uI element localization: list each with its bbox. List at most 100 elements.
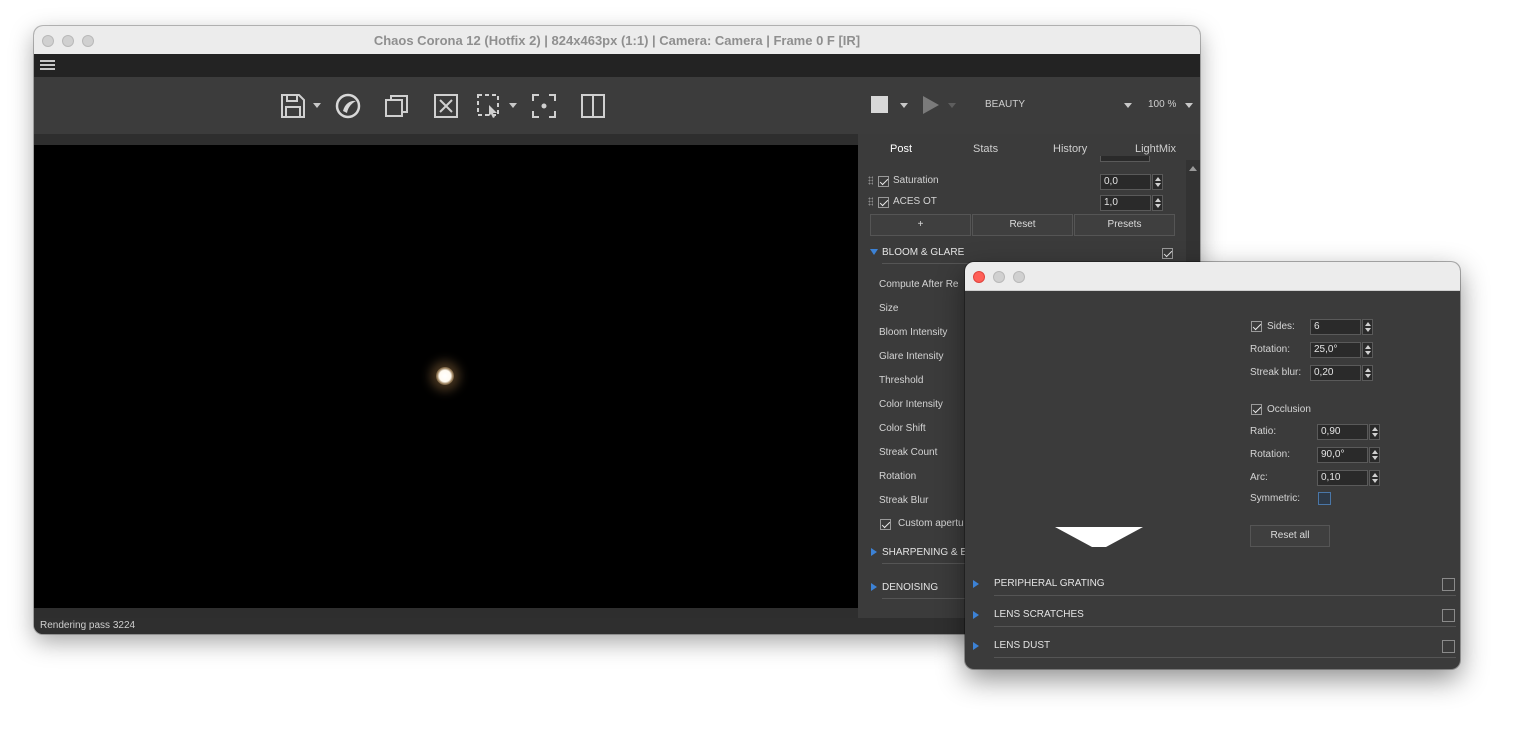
lens-dust-header[interactable]: LENS DUST (994, 640, 1050, 651)
operator-value-field[interactable] (1100, 156, 1150, 162)
zoom-select[interactable]: 100 % (1148, 99, 1176, 110)
aces-ot-label: ACES OT (893, 196, 937, 207)
render-element-select[interactable]: BEAUTY (985, 99, 1025, 110)
toolbar: BEAUTY 100 % (34, 77, 1200, 134)
saturation-label: Saturation (893, 175, 939, 186)
ratio-spinner[interactable] (1369, 424, 1380, 440)
viewport-border-bottom (34, 608, 858, 618)
streak-blur-label: Streak Blur (879, 495, 929, 506)
tab-post[interactable]: Post (890, 143, 912, 155)
stop-render-button[interactable] (871, 96, 888, 113)
saturation-value-field[interactable]: 0,0 (1100, 174, 1151, 190)
lens-scratches-checkbox[interactable] (1442, 609, 1455, 622)
threshold-label: Threshold (879, 375, 924, 386)
hamburger-menu-icon[interactable] (40, 58, 55, 72)
arc-field[interactable]: 0,10 (1317, 470, 1368, 486)
streak-blur-label: Streak blur: (1250, 367, 1302, 378)
add-operator-button[interactable]: + (870, 214, 971, 236)
collapse-triangle-icon[interactable] (973, 580, 979, 588)
presets-button[interactable]: Presets (1074, 214, 1175, 236)
tab-lightmix[interactable]: LightMix (1135, 143, 1176, 155)
occlusion-rotation-label: Rotation: (1250, 449, 1291, 460)
occlusion-rotation-spinner[interactable] (1369, 447, 1380, 463)
custom-aperture-window: Sides: 6 Rotation: 25,0° Streak blur: 0,… (965, 262, 1460, 669)
region-select-icon[interactable] (476, 93, 502, 119)
aces-ot-value-field[interactable]: 1,0 (1100, 195, 1151, 211)
stop-dropdown-chevron-icon[interactable] (900, 103, 908, 108)
viewport-border-top (34, 134, 858, 145)
copy-to-clipboard-icon[interactable] (384, 93, 410, 119)
bloom-glare-header[interactable]: BLOOM & GLARE (882, 247, 964, 258)
aces-ot-checkbox[interactable] (878, 197, 889, 208)
occlusion-rotation-field[interactable]: 90,0° (1317, 447, 1368, 463)
sides-spinner[interactable] (1362, 319, 1373, 335)
saturation-spinner[interactable] (1152, 174, 1163, 190)
denoising-header[interactable]: DENOISING (882, 582, 938, 593)
streak-blur-spinner[interactable] (1362, 365, 1373, 381)
tab-stats[interactable]: Stats (973, 143, 998, 155)
bloom-intensity-label: Bloom Intensity (879, 327, 948, 338)
lens-scratches-header[interactable]: LENS SCRATCHES (994, 609, 1084, 620)
rotation-field[interactable]: 25,0° (1310, 342, 1361, 358)
clear-vfb-icon[interactable] (433, 93, 459, 119)
custom-aperture-label: Custom apertu (898, 518, 964, 529)
sides-label: Sides: (1267, 321, 1295, 332)
drag-handle-icon[interactable] (868, 176, 873, 185)
minimize-button[interactable] (993, 271, 1005, 283)
collapse-triangle-icon[interactable] (973, 642, 979, 650)
occlusion-checkbox[interactable] (1251, 404, 1262, 415)
render-dropdown-chevron-icon[interactable] (948, 103, 956, 108)
focus-icon[interactable] (531, 93, 557, 119)
collapse-triangle-icon[interactable] (871, 583, 877, 591)
corona-logo-icon[interactable] (335, 93, 361, 119)
compare-split-icon[interactable] (580, 93, 606, 119)
arc-spinner[interactable] (1369, 470, 1380, 486)
section-divider (994, 595, 1456, 596)
aces-ot-spinner[interactable] (1152, 195, 1163, 211)
lens-dust-checkbox[interactable] (1442, 640, 1455, 653)
scroll-up-icon[interactable] (1189, 166, 1197, 171)
close-button[interactable] (973, 271, 985, 283)
zoom-button[interactable] (1013, 271, 1025, 283)
glare-intensity-label: Glare Intensity (879, 351, 944, 362)
custom-aperture-checkbox[interactable] (880, 519, 891, 530)
symmetric-label: Symmetric: (1250, 493, 1300, 504)
size-label: Size (879, 303, 899, 314)
rotation-label: Rotation (879, 471, 917, 482)
tab-history[interactable]: History (1053, 143, 1087, 155)
expand-triangle-icon[interactable] (870, 249, 878, 255)
symmetric-checkbox[interactable] (1318, 492, 1331, 505)
start-render-icon[interactable] (923, 96, 939, 114)
save-dropdown-chevron-icon[interactable] (313, 103, 321, 108)
color-intensity-label: Color Intensity (879, 399, 943, 410)
title-bar[interactable]: Chaos Corona 12 (Hotfix 2) | 824x463px (… (34, 26, 1200, 55)
peripheral-grating-header[interactable]: PERIPHERAL GRATING (994, 578, 1105, 589)
rotation-spinner[interactable] (1362, 342, 1373, 358)
compute-after-label: Compute After Re (879, 279, 959, 290)
drag-handle-icon[interactable] (868, 197, 873, 206)
sides-field[interactable]: 6 (1310, 319, 1361, 335)
aperture-title-bar[interactable] (965, 262, 1460, 291)
collapse-triangle-icon[interactable] (871, 548, 877, 556)
reset-all-button[interactable]: Reset all (1250, 525, 1330, 547)
saturation-checkbox[interactable] (878, 176, 889, 187)
streak-blur-field[interactable]: 0,20 (1310, 365, 1361, 381)
render-viewport[interactable] (34, 145, 858, 608)
ratio-label: Ratio: (1250, 426, 1277, 437)
menu-bar (34, 54, 1200, 77)
save-icon[interactable] (280, 93, 306, 119)
occlusion-label: Occlusion (1267, 404, 1311, 415)
bloom-glare-enable-checkbox[interactable] (1162, 248, 1173, 259)
region-dropdown-chevron-icon[interactable] (509, 103, 517, 108)
reset-button[interactable]: Reset (972, 214, 1073, 236)
render-element-chevron-icon[interactable] (1124, 103, 1132, 108)
section-divider (994, 626, 1456, 627)
sharpening-header[interactable]: SHARPENING & B (882, 547, 967, 558)
ratio-field[interactable]: 0,90 (1317, 424, 1368, 440)
color-shift-label: Color Shift (879, 423, 926, 434)
zoom-chevron-icon[interactable] (1185, 103, 1193, 108)
sides-checkbox[interactable] (1251, 321, 1262, 332)
peripheral-grating-checkbox[interactable] (1442, 578, 1455, 591)
collapse-triangle-icon[interactable] (973, 611, 979, 619)
rendered-light-source (436, 367, 454, 385)
